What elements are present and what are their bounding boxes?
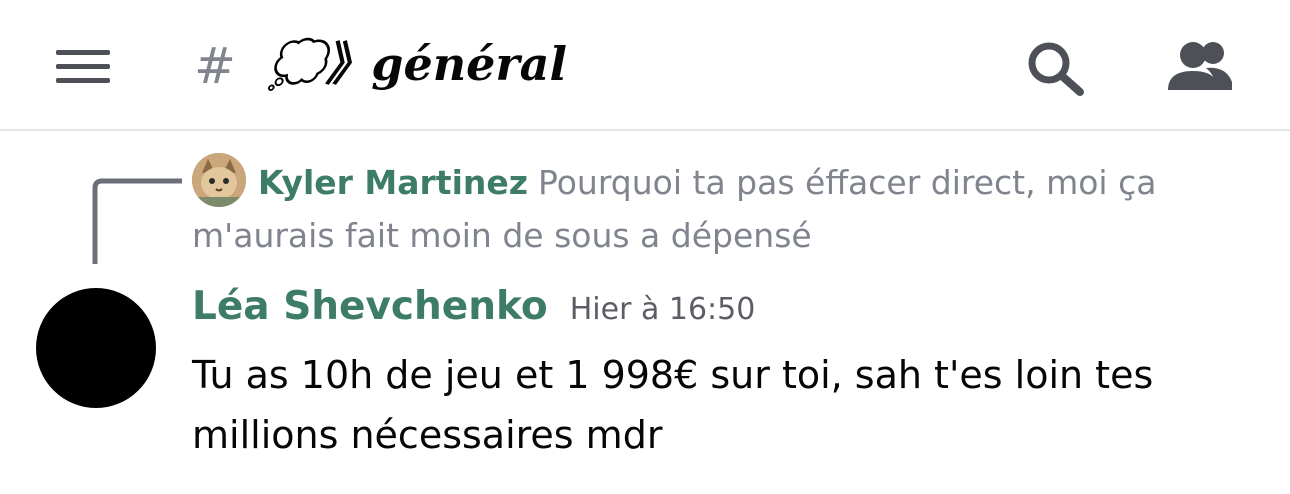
reply-author[interactable]: Kyler Martinez (258, 163, 528, 202)
message-header: Léa Shevchenko Hier à 16:50 (192, 284, 755, 329)
channel-name[interactable]: 💭》𝒈é𝒏é𝒓𝒂𝒍 (268, 34, 567, 94)
message-timestamp: Hier à 16:50 (569, 292, 756, 327)
message-text: Tu as 10h de jeu et 1 998€ sur toi, sah … (192, 353, 1154, 457)
hamburger-menu-icon (56, 50, 110, 83)
search-icon (1028, 42, 1084, 96)
members-icon (1168, 42, 1232, 90)
reply-connector (92, 178, 182, 264)
members-button[interactable] (1166, 38, 1234, 94)
channel-header: # 💭》𝒈é𝒏é𝒓𝒂𝒍 (0, 0, 1290, 131)
menu-button[interactable] (52, 44, 114, 88)
search-button[interactable] (1024, 38, 1088, 98)
reply-preview[interactable]: Kyler Martinez Pourquoi ta pas éffacer di… (192, 156, 1252, 262)
message-author[interactable]: Léa Shevchenko (192, 284, 548, 329)
avatar[interactable] (36, 288, 156, 408)
channel-hash-icon: # (194, 37, 236, 95)
